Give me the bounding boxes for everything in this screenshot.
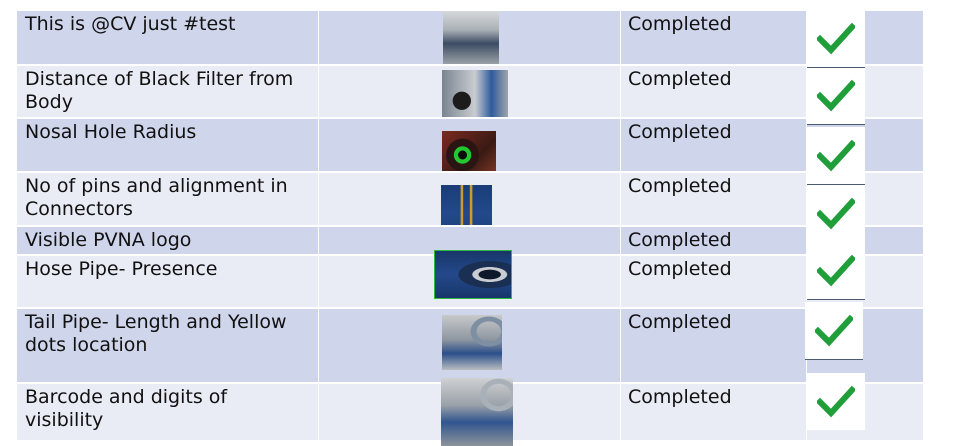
feature-cell: Visible PVNA logo	[17, 227, 319, 254]
status-cell: Completed	[621, 119, 807, 171]
image-cell	[319, 378, 621, 446]
check-icon-box	[807, 373, 865, 430]
feature-label: This is @CV just #test	[25, 13, 236, 35]
table-row: Distance of Black Filter from Body Compl…	[17, 66, 923, 126]
image-cell	[319, 309, 621, 382]
table-row: This is @CV just #test Completed	[17, 11, 923, 65]
image-cell	[319, 11, 621, 65]
feature-cell: Barcode and digits of visibility	[17, 384, 319, 440]
status-cell: Completed	[621, 66, 807, 117]
feature-cell: Distance of Black Filter from Body	[17, 66, 319, 117]
part-thumbnail	[434, 250, 512, 299]
check-icon-box	[807, 10, 865, 68]
part-thumbnail	[441, 378, 513, 446]
feature-label: No of pins and alignment in Connectors	[25, 175, 294, 220]
status-text: Completed	[628, 386, 732, 408]
feature-cell: Tail Pipe- Length and Yellow dots locati…	[17, 309, 319, 382]
status-text: Completed	[628, 258, 732, 280]
feature-cell: This is @CV just #test	[17, 11, 319, 64]
image-cell	[319, 119, 621, 181]
feature-label: Visible PVNA logo	[25, 229, 192, 251]
feature-cell: No of pins and alignment in Connectors	[17, 173, 319, 225]
part-thumbnail	[443, 11, 499, 65]
check-icon-box	[807, 67, 865, 125]
status-text: Completed	[628, 311, 732, 333]
status-cell: Completed	[621, 384, 807, 440]
checkmark-icon	[817, 22, 855, 55]
status-cell: Completed	[621, 227, 807, 254]
status-text: Completed	[628, 68, 732, 90]
feature-label: Hose Pipe- Presence	[25, 258, 218, 280]
check-icon-box	[807, 127, 865, 185]
status-text: Completed	[628, 121, 732, 143]
checkmark-icon	[815, 314, 853, 347]
feature-cell: Nosal Hole Radius	[17, 119, 319, 171]
check-icon-box	[807, 185, 865, 243]
table-row: Hose Pipe- Presence Completed	[17, 250, 923, 307]
table-row: Tail Pipe- Length and Yellow dots locati…	[17, 309, 923, 382]
feature-label: Nosal Hole Radius	[25, 121, 197, 143]
checkmark-icon	[817, 79, 855, 112]
status-cell: Completed	[621, 11, 807, 64]
checkmark-icon	[817, 385, 855, 418]
image-cell	[319, 66, 621, 126]
image-cell	[319, 173, 621, 243]
feature-label: Barcode and digits of visibility	[25, 386, 234, 431]
checkmark-icon	[817, 197, 855, 230]
checkmark-icon	[817, 139, 855, 172]
part-thumbnail	[442, 315, 502, 370]
status-cell: Completed	[621, 173, 807, 225]
check-icon-box	[805, 302, 863, 360]
table-row: No of pins and alignment in Connectors C…	[17, 173, 923, 243]
table-row: Nosal Hole Radius Completed	[17, 119, 923, 181]
check-icon-box	[807, 242, 865, 300]
checkmark-icon	[817, 254, 855, 287]
feature-label: Distance of Black Filter from Body	[25, 68, 300, 113]
status-text: Completed	[628, 13, 732, 35]
feature-label: Tail Pipe- Length and Yellow dots locati…	[25, 311, 293, 356]
status-cell: Completed	[621, 309, 807, 382]
feature-cell: Hose Pipe- Presence	[17, 256, 319, 307]
status-text: Completed	[628, 229, 732, 251]
status-cell: Completed	[621, 256, 807, 307]
status-text: Completed	[628, 175, 732, 197]
table-row: Barcode and digits of visibility Complet…	[17, 378, 923, 446]
image-cell	[319, 250, 621, 307]
